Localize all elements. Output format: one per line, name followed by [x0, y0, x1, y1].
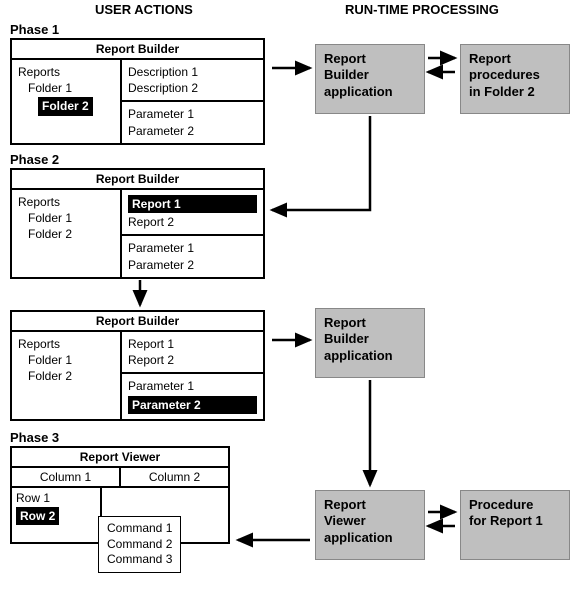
tree-folder-1[interactable]: Folder 1 [18, 352, 114, 368]
description-1: Description 1 [128, 64, 257, 80]
parameter-2: Parameter 2 [128, 257, 257, 273]
report-builder-panel-3: Report Builder Reports Folder 1 Folder 2… [10, 310, 265, 421]
command-1[interactable]: Command 1 [107, 521, 172, 537]
tree-root[interactable]: Reports [18, 194, 114, 210]
report-1[interactable]: Report 1 [128, 336, 257, 352]
tree-folder-2[interactable]: Folder 2 [18, 226, 114, 242]
tree-root[interactable]: Reports [18, 336, 114, 352]
tree-root[interactable]: Reports [18, 64, 114, 80]
row-1[interactable]: Row 1 [16, 490, 96, 506]
parameter-1: Parameter 1 [128, 240, 257, 256]
panel-title: Report Builder [12, 170, 263, 190]
report-1-selected[interactable]: Report 1 [128, 195, 257, 213]
description-section: Description 1 Description 2 [122, 60, 263, 100]
column-1-header: Column 1 [12, 468, 119, 486]
procedure-report1-box: Procedure for Report 1 [460, 490, 570, 560]
folder-tree: Reports Folder 1 Folder 2 [12, 190, 122, 277]
viewer-title: Report Viewer [12, 448, 228, 468]
report-builder-panel-1: Report Builder Reports Folder 1 Folder 2… [10, 38, 265, 145]
report-builder-panel-2: Report Builder Reports Folder 1 Folder 2… [10, 168, 265, 279]
tree-folder-1[interactable]: Folder 1 [18, 210, 114, 226]
parameter-2-selected[interactable]: Parameter 2 [128, 396, 257, 414]
folder-tree: Reports Folder 1 Folder 2 [12, 60, 122, 143]
parameter-1: Parameter 1 [128, 106, 257, 122]
parameter-1[interactable]: Parameter 1 [128, 378, 257, 394]
command-3[interactable]: Command 3 [107, 552, 172, 568]
report-section: Report 1 Report 2 [122, 332, 263, 372]
command-2[interactable]: Command 2 [107, 537, 172, 553]
description-2: Description 2 [128, 80, 257, 96]
report-viewer-app-box: Report Viewer application [315, 490, 425, 560]
phase-1-label: Phase 1 [10, 22, 59, 37]
panel-title: Report Builder [12, 312, 263, 332]
report-procedures-folder2-box: Report procedures in Folder 2 [460, 44, 570, 114]
parameter-2: Parameter 2 [128, 123, 257, 139]
tree-folder-2[interactable]: Folder 2 [18, 368, 114, 384]
report-2[interactable]: Report 2 [128, 214, 257, 230]
parameter-section: Parameter 1 Parameter 2 [122, 372, 263, 418]
panel-title: Report Builder [12, 40, 263, 60]
row-2-selected[interactable]: Row 2 [16, 507, 59, 525]
report-section: Report 1 Report 2 [122, 190, 263, 234]
phase-2-label: Phase 2 [10, 152, 59, 167]
phase-3-label: Phase 3 [10, 430, 59, 445]
report-builder-app-box-1: Report Builder application [315, 44, 425, 114]
report-2[interactable]: Report 2 [128, 352, 257, 368]
column-2-header: Column 2 [119, 468, 228, 486]
parameter-section: Parameter 1 Parameter 2 [122, 100, 263, 142]
header-runtime: RUN-TIME PROCESSING [345, 2, 499, 17]
tree-folder-1[interactable]: Folder 1 [18, 80, 114, 96]
tree-folder-2-selected[interactable]: Folder 2 [38, 97, 93, 115]
report-builder-app-box-2: Report Builder application [315, 308, 425, 378]
header-user-actions: USER ACTIONS [95, 2, 193, 17]
context-menu: Command 1 Command 2 Command 3 [98, 516, 181, 573]
folder-tree: Reports Folder 1 Folder 2 [12, 332, 122, 419]
parameter-section: Parameter 1 Parameter 2 [122, 234, 263, 276]
